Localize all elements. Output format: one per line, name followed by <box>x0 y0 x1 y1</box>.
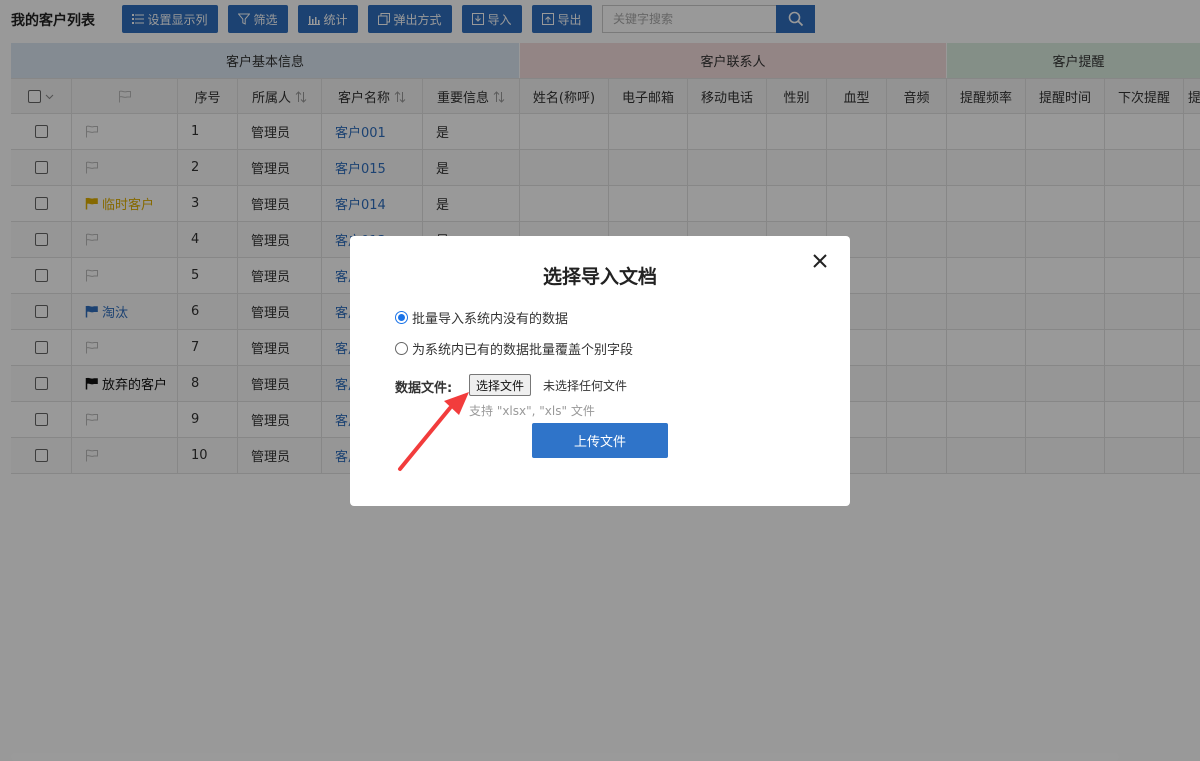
close-icon <box>813 254 827 268</box>
dialog-title: 选择导入文档 <box>542 266 657 288</box>
file-format-hint: 支持 "xlsx", "xls" 文件 <box>469 404 595 418</box>
radio-overwrite-fields[interactable] <box>395 342 408 355</box>
close-button[interactable] <box>810 251 830 271</box>
option-import-new[interactable]: 批量导入系统内没有的数据 <box>395 308 568 327</box>
option-overwrite-fields-label: 为系统内已有的数据批量覆盖个别字段 <box>412 343 634 358</box>
file-status-text: 未选择任何文件 <box>543 379 628 393</box>
choose-file-button[interactable]: 选择文件 <box>469 374 532 396</box>
option-import-new-label: 批量导入系统内没有的数据 <box>412 312 569 327</box>
option-overwrite-fields[interactable]: 为系统内已有的数据批量覆盖个别字段 <box>395 339 633 358</box>
upload-file-button[interactable]: 上传文件 <box>532 423 668 458</box>
horizontal-scrollbar[interactable] <box>11 753 1119 761</box>
radio-import-new[interactable] <box>395 311 408 324</box>
annotation-arrow-icon <box>398 392 469 471</box>
